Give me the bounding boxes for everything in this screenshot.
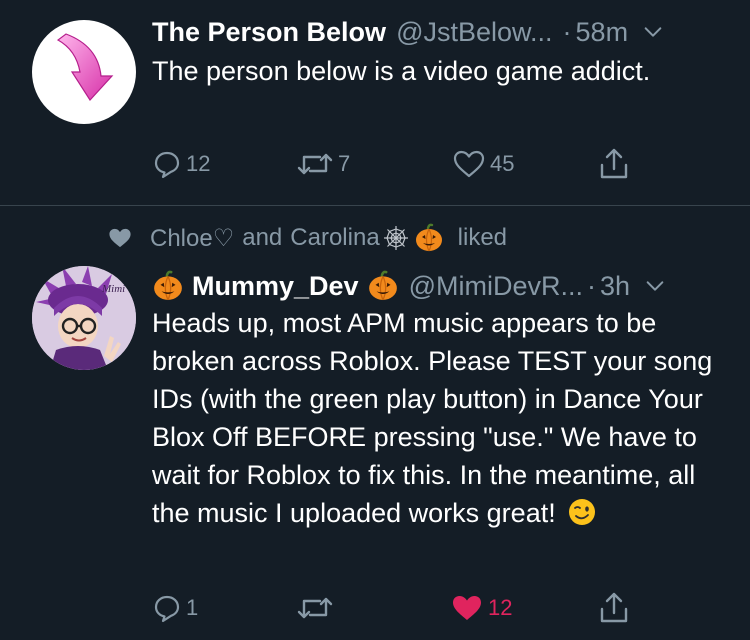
liker-name[interactable]: Chloe♡ <box>150 224 234 253</box>
timestamp[interactable]: 58m <box>576 14 629 50</box>
tweet-text: Heads up, most APM music appears to be b… <box>152 304 720 532</box>
winking-face-emoji-icon <box>569 499 596 525</box>
separator-dot: · <box>586 271 596 301</box>
tweet-text: The person below is a video game addict. <box>152 56 651 86</box>
retweet-button[interactable] <box>296 590 338 626</box>
share-icon <box>600 148 628 179</box>
arrow-down-avatar-icon <box>56 33 114 101</box>
author-name[interactable]: The Person Below <box>152 14 386 50</box>
avatar[interactable] <box>32 20 136 124</box>
like-button[interactable]: 45 <box>452 146 514 182</box>
reply-button[interactable]: 12 <box>152 146 210 182</box>
heart-icon <box>109 228 131 248</box>
author-handle[interactable]: @JstBelow... <box>396 14 552 50</box>
heart-icon <box>453 150 485 178</box>
pumpkin-icon <box>368 270 397 301</box>
retweet-icon <box>297 597 333 619</box>
reply-icon <box>154 151 180 179</box>
liker-name[interactable]: Carolina <box>290 224 379 252</box>
retweet-count: 7 <box>338 151 351 176</box>
character-avatar-icon: Mimi <box>32 266 136 370</box>
timestamp[interactable]: 3h <box>600 268 630 304</box>
svg-text:Mimi: Mimi <box>101 283 125 295</box>
like-button[interactable]: 12 <box>450 590 512 626</box>
liked-label: liked <box>457 224 508 251</box>
heart-filled-icon <box>453 596 481 620</box>
tweet[interactable]: The Person Below @JstBelow... · 58m The … <box>0 0 750 205</box>
spiderweb-icon <box>383 226 408 250</box>
author-name[interactable]: Mummy_Dev <box>192 268 359 304</box>
reply-button[interactable]: 1 <box>152 590 198 626</box>
social-context[interactable]: Chloe♡ and Carolina liked <box>108 222 720 254</box>
reply-count: 12 <box>186 151 211 176</box>
retweet-icon <box>297 153 333 175</box>
like-count: 12 <box>488 595 513 620</box>
tweet-header: The Person Below @JstBelow... · 58m <box>152 14 720 50</box>
like-count: 45 <box>490 151 515 176</box>
tweet-header: Mummy_Dev @MimiDevR... · 3h <box>152 268 720 304</box>
pumpkin-icon <box>415 223 442 252</box>
share-icon <box>600 592 628 623</box>
conjunction: and <box>242 224 283 251</box>
tweet[interactable]: Chloe♡ and Carolina liked Mimi Mummy_Dev… <box>0 206 750 640</box>
tweet-actions: 1 12 <box>152 590 652 626</box>
chevron-down-icon[interactable] <box>642 21 664 43</box>
separator-dot: · <box>562 17 572 47</box>
share-button[interactable] <box>598 146 630 182</box>
pumpkin-icon <box>154 270 182 301</box>
avatar[interactable]: Mimi <box>32 266 136 370</box>
tweet-actions: 12 7 45 <box>152 146 652 182</box>
share-button[interactable] <box>598 590 630 626</box>
chevron-down-icon[interactable] <box>644 275 666 297</box>
tweet-text-content: Heads up, most APM music appears to be b… <box>152 308 713 528</box>
reply-count: 1 <box>186 595 199 620</box>
author-handle[interactable]: @MimiDevR... <box>409 268 583 304</box>
retweet-button[interactable]: 7 <box>296 146 350 182</box>
reply-icon <box>154 595 180 623</box>
